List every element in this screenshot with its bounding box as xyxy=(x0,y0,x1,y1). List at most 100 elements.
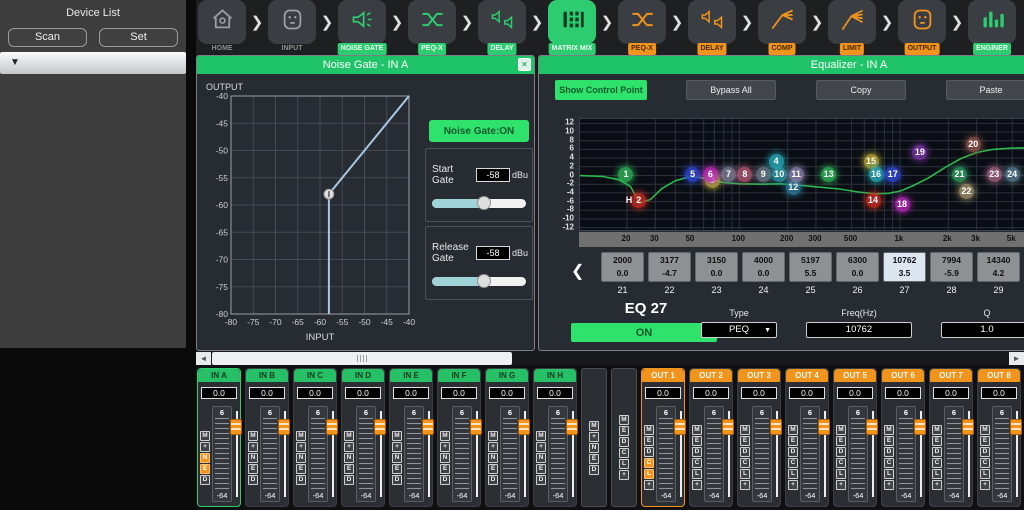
toolbar-item-input[interactable]: INPUT xyxy=(268,0,316,55)
channel-gain-value[interactable]: 0.0 xyxy=(789,387,825,399)
channel-label[interactable]: IN G xyxy=(486,369,528,382)
channel-label[interactable]: OUT 8 xyxy=(978,369,1020,382)
master-btn-l[interactable]: L xyxy=(619,459,629,469)
channel-label[interactable]: IN H xyxy=(534,369,576,382)
fader-handle[interactable] xyxy=(674,419,686,435)
channel-btn-d[interactable]: D xyxy=(836,447,846,457)
channel-btn-m[interactable]: M xyxy=(440,431,450,441)
channel-btn-n[interactable]: N xyxy=(392,453,402,463)
channel-btn-d[interactable]: D xyxy=(884,447,894,457)
slider-handle[interactable] xyxy=(477,196,491,210)
channel-btn-m[interactable]: M xyxy=(392,431,402,441)
master-btn-plus[interactable]: + xyxy=(619,470,629,480)
channel-gain-value[interactable]: 0.0 xyxy=(837,387,873,399)
master-btn-e[interactable]: E xyxy=(589,454,599,464)
channel-btn-c[interactable]: C xyxy=(788,458,798,468)
channel-btn-d[interactable]: D xyxy=(296,475,306,485)
channel-btn-m[interactable]: M xyxy=(344,431,354,441)
fader-handle[interactable] xyxy=(278,419,290,435)
channel-btn-d[interactable]: D xyxy=(488,475,498,485)
eq-response-plot[interactable] xyxy=(579,118,1024,231)
channel-btn-e[interactable]: E xyxy=(248,464,258,474)
eq-band-cell[interactable]: 63000.0 xyxy=(836,252,879,282)
toolbar-item-peq-x[interactable]: PEQ-X xyxy=(618,0,666,55)
master-btn-n[interactable]: N xyxy=(589,443,599,453)
channel-btn-plus[interactable]: + xyxy=(344,442,354,452)
channel-btn-l[interactable]: L xyxy=(692,469,702,479)
toolbar-item-comp[interactable]: COMP xyxy=(758,0,806,55)
channel-btn-d[interactable]: D xyxy=(440,475,450,485)
channel-btn-d[interactable]: D xyxy=(248,475,258,485)
channel-label[interactable]: OUT 3 xyxy=(738,369,780,382)
channel-btn-e[interactable]: E xyxy=(932,436,942,446)
channel-btn-e[interactable]: E xyxy=(788,436,798,446)
fader-handle[interactable] xyxy=(1010,419,1022,435)
channel-label[interactable]: OUT 1 xyxy=(642,369,684,382)
channel-btn-m[interactable]: M xyxy=(932,425,942,435)
channel-btn-d[interactable]: D xyxy=(740,447,750,457)
device-dropdown[interactable]: ▼ xyxy=(0,52,186,74)
channel-btn-d[interactable]: D xyxy=(392,475,402,485)
master-btn-e[interactable]: E xyxy=(619,426,629,436)
channel-btn-plus[interactable]: + xyxy=(644,480,654,490)
channel-btn-e[interactable]: E xyxy=(692,436,702,446)
channel-btn-n[interactable]: N xyxy=(488,453,498,463)
channel-btn-n[interactable]: N xyxy=(440,453,450,463)
q-field[interactable]: 1.0 xyxy=(941,322,1024,338)
channel-btn-plus[interactable]: + xyxy=(200,442,210,452)
channel-btn-e[interactable]: E xyxy=(440,464,450,474)
show-control-point-button[interactable]: Show Control Point xyxy=(555,80,647,100)
channel-btn-plus[interactable]: + xyxy=(392,442,402,452)
channel-btn-n[interactable]: N xyxy=(536,453,546,463)
eq-band-cell[interactable]: 7994-5.9 xyxy=(930,252,973,282)
channel-label[interactable]: OUT 2 xyxy=(690,369,732,382)
channel-btn-plus[interactable]: + xyxy=(440,442,450,452)
fader-handle[interactable] xyxy=(470,419,482,435)
channel-btn-plus[interactable]: + xyxy=(296,442,306,452)
fader-handle[interactable] xyxy=(422,419,434,435)
channel-btn-e[interactable]: E xyxy=(200,464,210,474)
start-gate-slider[interactable] xyxy=(432,199,526,208)
channel-btn-c[interactable]: C xyxy=(692,458,702,468)
channel-btn-e[interactable]: E xyxy=(644,436,654,446)
scroll-left-icon[interactable]: ◄ xyxy=(196,352,211,365)
fader-handle[interactable] xyxy=(866,419,878,435)
channel-btn-plus[interactable]: + xyxy=(836,480,846,490)
channel-gain-value[interactable]: 0.0 xyxy=(249,387,285,399)
master-btn-m[interactable]: M xyxy=(619,415,629,425)
channel-btn-d[interactable]: D xyxy=(980,447,990,457)
fader-handle[interactable] xyxy=(518,419,530,435)
eq-band-cell[interactable]: 31500.0 xyxy=(695,252,738,282)
channel-gain-value[interactable]: 0.0 xyxy=(297,387,333,399)
channel-gain-value[interactable]: 0.0 xyxy=(693,387,729,399)
channel-label[interactable]: IN E xyxy=(390,369,432,382)
close-icon[interactable]: ✕ xyxy=(518,58,531,71)
channel-label[interactable]: OUT 6 xyxy=(882,369,924,382)
channel-btn-plus[interactable]: + xyxy=(932,480,942,490)
channel-label[interactable]: IN B xyxy=(246,369,288,382)
channel-btn-plus[interactable]: + xyxy=(536,442,546,452)
channel-btn-e[interactable]: E xyxy=(836,436,846,446)
channel-btn-l[interactable]: L xyxy=(788,469,798,479)
channel-btn-n[interactable]: N xyxy=(248,453,258,463)
channel-btn-m[interactable]: M xyxy=(692,425,702,435)
channel-btn-plus[interactable]: + xyxy=(740,480,750,490)
channel-btn-l[interactable]: L xyxy=(644,469,654,479)
eq-band-cell[interactable]: 107623.5 xyxy=(883,252,926,282)
channel-btn-e[interactable]: E xyxy=(884,436,894,446)
release-gate-value[interactable]: -58 xyxy=(476,246,510,260)
fader-handle[interactable] xyxy=(326,419,338,435)
master-btn-d[interactable]: D xyxy=(589,465,599,475)
channel-btn-m[interactable]: M xyxy=(836,425,846,435)
channel-label[interactable]: OUT 7 xyxy=(930,369,972,382)
fader-handle[interactable] xyxy=(914,419,926,435)
eq-band-cell[interactable]: 40000.0 xyxy=(742,252,785,282)
channel-btn-plus[interactable]: + xyxy=(788,480,798,490)
bypass-all-button[interactable]: Bypass All xyxy=(686,80,776,100)
eq-band-cell[interactable]: 143404.2 xyxy=(977,252,1020,282)
eq-band-cell[interactable]: 20000.0 xyxy=(601,252,644,282)
scroll-right-icon[interactable]: ► xyxy=(1009,352,1024,365)
mixer-scrollbar[interactable]: ◄ ► xyxy=(196,352,1024,365)
channel-btn-n[interactable]: N xyxy=(200,453,210,463)
toolbar-item-peq-x[interactable]: PEQ-X xyxy=(408,0,456,55)
